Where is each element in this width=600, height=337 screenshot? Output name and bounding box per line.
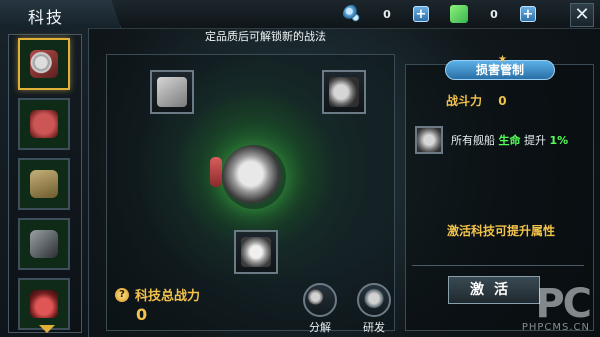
currency-1: 0 + [343, 5, 429, 23]
tech-slot-3[interactable] [18, 158, 70, 210]
add-currency-2-button[interactable]: + [520, 6, 536, 22]
watermark-small: PHPCMS.CN [521, 322, 590, 333]
top-bar: 科技 0 + 0 + ✕ [0, 0, 600, 29]
decompose-label: 分解 [309, 321, 331, 334]
effect-suffix: 提升 [524, 134, 546, 147]
gear-icon [30, 50, 58, 78]
tech-node-top-left[interactable] [150, 70, 194, 114]
add-currency-1-button[interactable]: + [413, 6, 429, 22]
help-icon[interactable]: ? [115, 287, 129, 302]
page-title: 科技 [28, 8, 65, 27]
research-label: 研发 [363, 321, 385, 334]
title-tab: 科技 [0, 0, 121, 28]
watermark-big: PC [535, 281, 592, 327]
details-power-label: 战斗力 [446, 94, 483, 108]
cannon-icon [30, 230, 58, 258]
activate-hint: 激活科技可提升属性 [447, 224, 556, 238]
currency-2: 0 + [450, 5, 536, 23]
armor-icon [30, 170, 58, 198]
total-power-label: 科技总战力 [135, 289, 201, 304]
tech-node-top-right[interactable] [322, 70, 366, 114]
left-sidebar [0, 28, 89, 337]
scroll-down-icon[interactable] [39, 325, 55, 333]
tech-slot-4[interactable] [18, 218, 70, 270]
tank-icon [30, 110, 58, 138]
currency-2-value: 0 [490, 7, 498, 21]
close-button[interactable]: ✕ [570, 3, 594, 27]
bubbles-icon [343, 5, 361, 23]
effect-value: 1% [549, 134, 569, 147]
details-power-row: 战斗力 0 [446, 92, 507, 109]
effect-highlight: 生命 [498, 134, 521, 147]
watermark: PC PHPCMS.CN [521, 281, 592, 333]
money-icon [450, 5, 468, 23]
selected-tech-core[interactable] [210, 145, 286, 209]
details-divider [412, 265, 584, 266]
tech-screen: 科技 0 + 0 + ✕ 定品质后可解锁新的战法 ? 科技总战力 0 分解 研发… [0, 0, 600, 337]
tech-node-bottom[interactable] [234, 230, 278, 274]
effect-prefix: 所有舰船 [451, 134, 495, 147]
decompose-action[interactable]: 分解 [300, 283, 340, 335]
total-power-value: 0 [136, 305, 148, 324]
effect-text: 所有舰船 生命 提升 1% [451, 132, 568, 148]
details-title: 损害管制 [445, 51, 555, 80]
total-power: ? 科技总战力 [115, 285, 200, 304]
lab-icon[interactable] [357, 283, 391, 317]
effect-icon [415, 126, 443, 154]
effect-row: 所有舰船 生命 提升 1% [415, 120, 590, 160]
currency-1-value: 0 [383, 7, 391, 21]
wrench-icon[interactable] [303, 283, 337, 317]
engine-icon [329, 77, 359, 107]
tech-slot-2[interactable] [18, 98, 70, 150]
seal-icon [241, 237, 271, 267]
tech-slot-1[interactable] [18, 38, 70, 90]
unlock-hint: 定品质后可解锁新的战法 [205, 30, 326, 43]
details-power-value: 0 [498, 94, 507, 108]
fire-icon [30, 290, 58, 318]
tech-slot-5[interactable] [18, 278, 70, 330]
folder-icon [157, 77, 187, 107]
research-action[interactable]: 研发 [354, 283, 394, 335]
